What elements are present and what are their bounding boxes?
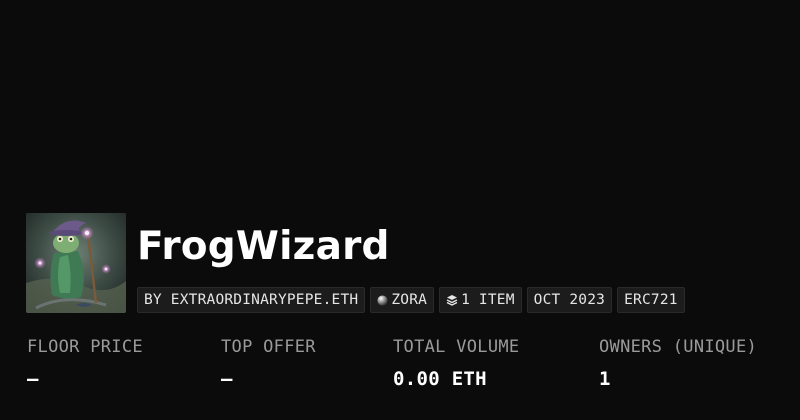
zora-orb-icon xyxy=(377,294,388,306)
network-label: ZORA xyxy=(391,292,428,308)
total-volume-label: TOTAL VOLUME xyxy=(393,337,520,357)
top-offer-stat: TOP OFFER — xyxy=(221,337,316,390)
owners-label: OWNERS (UNIQUE) xyxy=(599,337,758,357)
floor-price-stat: FLOOR PRICE — xyxy=(27,337,143,390)
title-block: FrogWizard BY EXTRAORDINARYPEPE.ETH ZORA… xyxy=(137,213,685,313)
standard-label: ERC721 xyxy=(624,292,678,308)
top-offer-value: — xyxy=(221,368,233,390)
collection-avatar[interactable] xyxy=(26,213,126,313)
collection-stats: FLOOR PRICE — TOP OFFER — TOTAL VOLUME 0… xyxy=(0,337,800,397)
items-badge[interactable]: 1 ITEM xyxy=(439,287,522,313)
items-label: 1 ITEM xyxy=(461,292,515,308)
frog-wizard-artwork xyxy=(26,213,126,313)
total-volume-value: 0.00 ETH xyxy=(393,368,487,390)
collection-title: FrogWizard xyxy=(137,224,390,269)
floor-price-label: FLOOR PRICE xyxy=(27,337,143,357)
total-volume-stat: TOTAL VOLUME 0.00 ETH xyxy=(393,337,519,390)
collection-badges: BY EXTRAORDINARYPEPE.ETH ZORA 1 ITEM OCT… xyxy=(137,287,685,313)
owners-stat: OWNERS (UNIQUE) 1 xyxy=(599,337,757,390)
collection-header: FrogWizard BY EXTRAORDINARYPEPE.ETH ZORA… xyxy=(26,213,685,313)
network-badge[interactable]: ZORA xyxy=(370,287,435,313)
creator-label: BY EXTRAORDINARYPEPE.ETH xyxy=(144,292,359,308)
date-label: OCT 2023 xyxy=(533,292,606,308)
floor-price-value: — xyxy=(27,368,39,390)
top-offer-label: TOP OFFER xyxy=(221,337,316,357)
owners-value: 1 xyxy=(599,368,611,390)
standard-badge: ERC721 xyxy=(617,287,685,313)
creator-badge[interactable]: BY EXTRAORDINARYPEPE.ETH xyxy=(137,287,366,313)
layers-icon xyxy=(446,294,458,306)
date-badge: OCT 2023 xyxy=(526,287,613,313)
